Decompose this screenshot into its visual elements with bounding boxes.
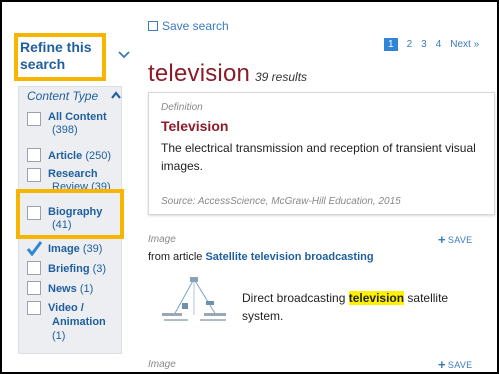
result-kind: Image xyxy=(148,234,176,245)
caption-highlight: television xyxy=(348,291,405,305)
facet-item-label: Research xyxy=(48,168,98,180)
facet-item-label: All Content xyxy=(48,111,107,123)
checkbox-all-content[interactable] xyxy=(27,112,41,126)
refine-title-line1: Refine this xyxy=(20,39,92,55)
article-link[interactable]: Satellite television broadcasting xyxy=(205,251,373,263)
facet-item-briefing[interactable]: Briefing (3) xyxy=(48,263,106,276)
facet-item-news[interactable]: News (1) xyxy=(48,283,93,296)
facet-item-count: (1) xyxy=(79,283,94,295)
satellite-diagram-thumbnail[interactable] xyxy=(160,275,230,327)
facet-item-label: Image xyxy=(48,243,80,255)
save-search-link[interactable]: Save search xyxy=(148,19,229,33)
facet-item-label-2: Animation xyxy=(52,316,106,328)
result-kind: Image xyxy=(148,359,176,370)
save-label: SAVE xyxy=(447,360,473,370)
facet-item-count: (398) xyxy=(52,124,78,136)
facet-item-label: Video / xyxy=(48,302,84,314)
from-prefix: from article xyxy=(148,251,203,263)
facet-item-video-animation[interactable]: Video / Animation (1) xyxy=(48,301,106,343)
definition-card: Definition Television The electrical tra… xyxy=(148,92,495,215)
save-result-button[interactable]: + SAVE xyxy=(438,232,472,247)
facet-item-count: (39) xyxy=(82,243,103,255)
facet-item-image[interactable]: Image (39) xyxy=(48,243,102,256)
plus-icon: + xyxy=(438,357,446,372)
checkbox-video-animation[interactable] xyxy=(27,301,41,315)
facet-item-label: Briefing xyxy=(48,263,90,275)
facet-item-label: Article xyxy=(48,150,83,162)
checkbox-research-review[interactable] xyxy=(27,168,41,182)
page-link[interactable]: 2 xyxy=(407,39,413,50)
plus-icon: + xyxy=(438,232,446,247)
checkmark-icon[interactable] xyxy=(26,240,42,256)
save-search-label: Save search xyxy=(162,19,229,33)
pagination: 1 2 3 4 Next » xyxy=(384,38,479,51)
facet-title[interactable]: Content Type xyxy=(27,89,98,103)
facet-item-count: (3) xyxy=(92,263,107,275)
checkbox-article[interactable] xyxy=(27,148,41,162)
biography-highlight-box xyxy=(16,189,124,239)
from-article-line: from article Satellite television broadc… xyxy=(148,251,374,263)
save-result-button[interactable]: + SAVE xyxy=(438,357,472,372)
checkbox-briefing[interactable] xyxy=(27,261,41,275)
page-link[interactable]: 4 xyxy=(436,39,442,50)
save-label: SAVE xyxy=(447,235,473,245)
save-icon xyxy=(148,21,158,31)
search-query-title: television xyxy=(148,60,251,87)
facet-item-article[interactable]: Article (250) xyxy=(48,150,111,163)
definition-kind: Definition xyxy=(161,102,203,113)
facet-item-count: (250) xyxy=(85,150,111,162)
chevron-up-icon[interactable] xyxy=(111,91,121,99)
chevron-down-icon[interactable] xyxy=(118,50,130,60)
refine-search-heading[interactable]: Refine this search xyxy=(14,33,106,81)
definition-source: Source: AccessScience, McGraw-Hill Educa… xyxy=(161,196,401,207)
definition-text: The electrical transmission and receptio… xyxy=(161,141,476,173)
checkbox-news[interactable] xyxy=(27,281,41,295)
caption-before: Direct broadcasting xyxy=(242,291,349,305)
facet-item-all-content[interactable]: All Content (398) xyxy=(48,111,107,137)
facet-item-count: (1) xyxy=(52,330,66,342)
page-current[interactable]: 1 xyxy=(384,38,398,51)
refine-title-line2: search xyxy=(20,56,66,72)
result-caption: Direct broadcasting television satellite… xyxy=(242,289,492,325)
page-link[interactable]: 3 xyxy=(421,39,427,50)
definition-term[interactable]: Television xyxy=(161,118,228,134)
next-page-link[interactable]: Next » xyxy=(450,39,479,50)
results-count: 39 results xyxy=(255,70,308,84)
facet-item-label: News xyxy=(48,283,77,295)
